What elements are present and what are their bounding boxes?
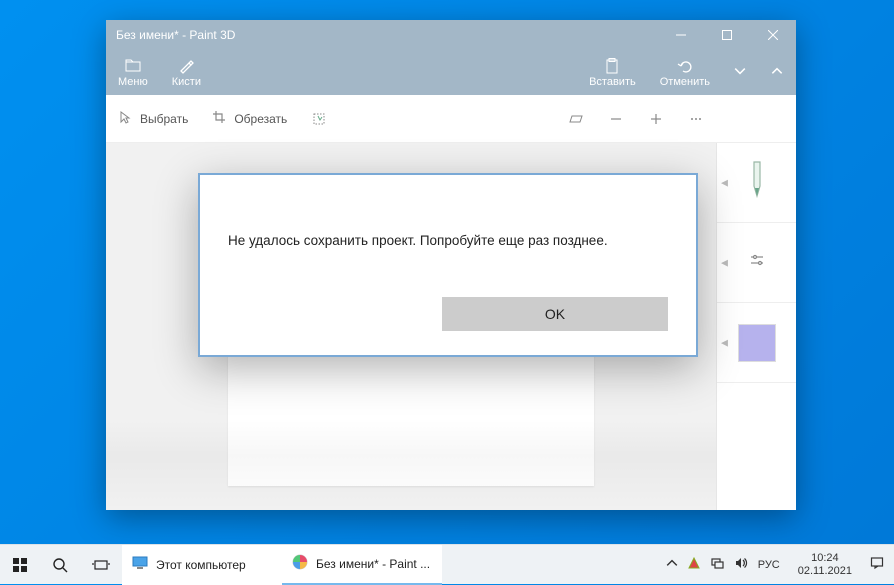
tray-app-icon[interactable]	[688, 557, 700, 572]
sub-toolbar: Выбрать Обрезать	[106, 95, 796, 143]
language-indicator[interactable]: РУС	[758, 559, 780, 571]
ok-button[interactable]: OK	[442, 297, 668, 331]
clock-date: 02.11.2021	[798, 565, 852, 578]
marker-brush-icon	[747, 160, 767, 205]
network-icon[interactable]	[710, 556, 724, 573]
view-3d-button[interactable]	[556, 112, 596, 126]
collapse-ribbon-button[interactable]	[758, 64, 796, 81]
thickness-row[interactable]: ◀	[717, 223, 796, 303]
crop-tool[interactable]: Обрезать	[200, 110, 299, 127]
paste-label: Вставить	[589, 76, 636, 88]
dialog-message: Не удалось сохранить проект. Попробуйте …	[228, 203, 668, 297]
undo-icon	[677, 58, 693, 74]
system-tray: РУС 10:24 02.11.2021	[656, 552, 894, 577]
paste-button[interactable]: Вставить	[577, 58, 648, 88]
more-options-button[interactable]	[676, 112, 716, 126]
dialog-actions: OK	[228, 297, 668, 331]
minimize-button[interactable]	[658, 20, 704, 50]
taskbar-app-explorer[interactable]: Этот компьютер	[122, 545, 282, 585]
sliders-icon	[749, 252, 765, 273]
select-label: Выбрать	[140, 112, 188, 126]
start-button[interactable]	[0, 545, 40, 585]
error-dialog: Не удалось сохранить проект. Попробуйте …	[198, 173, 698, 357]
brushes-label: Кисти	[172, 76, 201, 88]
menu-label: Меню	[118, 76, 148, 88]
notifications-icon[interactable]	[870, 556, 884, 573]
color-row[interactable]: ◀	[717, 303, 796, 383]
taskbar-app-label: Этот компьютер	[156, 558, 246, 572]
clock-time: 10:24	[798, 552, 852, 565]
paint3d-icon	[292, 554, 308, 573]
cursor-icon	[118, 110, 132, 127]
color-swatch[interactable]	[738, 324, 776, 362]
clipboard-icon	[604, 58, 620, 74]
brushes-button[interactable]: Кисти	[160, 58, 213, 88]
undo-label: Отменить	[660, 76, 710, 88]
main-toolbar: Меню Кисти Вставить Отменить	[106, 50, 796, 95]
toolbar-more-chevron[interactable]	[722, 65, 758, 80]
titlebar: Без имени* - Paint 3D	[106, 20, 796, 50]
undo-button[interactable]: Отменить	[648, 58, 722, 88]
taskbar: Этот компьютер Без имени* - Paint ... РУ…	[0, 544, 894, 584]
maximize-button[interactable]	[704, 20, 750, 50]
crop-label: Обрезать	[234, 112, 287, 126]
taskbar-app-paint3d[interactable]: Без имени* - Paint ...	[282, 545, 442, 585]
brush-icon	[178, 58, 194, 74]
brush-selector-row[interactable]: ◀	[717, 143, 796, 223]
chevron-left-icon: ◀	[721, 257, 728, 268]
search-button[interactable]	[40, 545, 80, 585]
zoom-in-button[interactable]	[636, 112, 676, 126]
magic-select-tool[interactable]	[299, 112, 339, 126]
select-tool[interactable]: Выбрать	[106, 110, 200, 127]
zoom-out-button[interactable]	[596, 112, 636, 126]
clock[interactable]: 10:24 02.11.2021	[790, 552, 860, 577]
crop-icon	[212, 110, 226, 127]
taskbar-app-label: Без имени* - Paint ...	[316, 557, 430, 571]
close-button[interactable]	[750, 20, 796, 50]
folder-icon	[125, 58, 141, 74]
task-view-button[interactable]	[80, 545, 122, 585]
chevron-left-icon: ◀	[721, 337, 728, 348]
volume-icon[interactable]	[734, 556, 748, 573]
monitor-icon	[132, 555, 148, 574]
chevron-left-icon: ◀	[721, 177, 728, 188]
side-panel: ◀ ◀ ◀	[716, 143, 796, 510]
window-title: Без имени* - Paint 3D	[106, 28, 658, 42]
tray-chevron-icon[interactable]	[666, 557, 678, 572]
menu-button[interactable]: Меню	[106, 58, 160, 88]
